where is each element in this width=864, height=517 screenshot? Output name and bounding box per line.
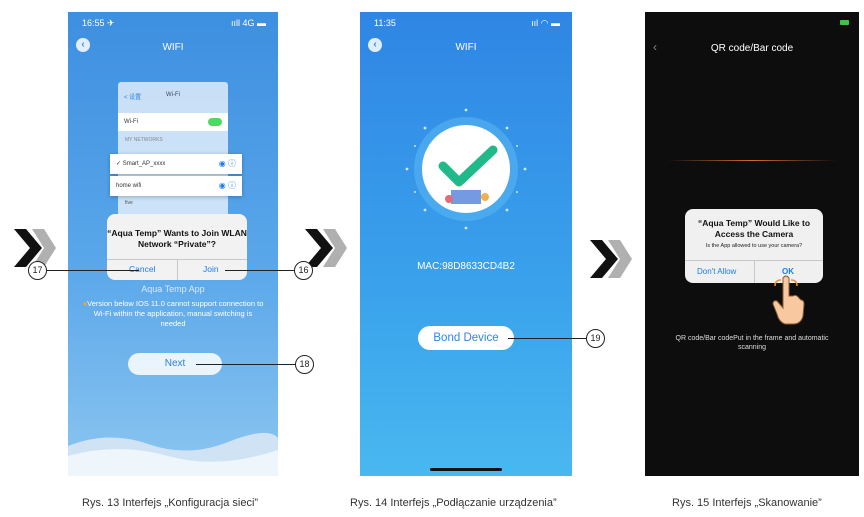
wifi-toggle-row: Wi-Fi [118,113,228,131]
network-row[interactable]: home wifi ◉ ⓘ [110,176,242,196]
wifi-config-screen: 16:55 ✈ ııll 4G ▬ ‹ WIFI < 设置 Wi-Fi Wi-F… [68,12,278,476]
wifi-toggle[interactable] [208,118,222,126]
callout-line [44,270,139,271]
callout-16: 16 [294,261,313,280]
status-signal: ııl ◠ ▬ [531,18,560,28]
dialog-divider [754,261,755,283]
camera-permission-dialog: “Aqua Temp” Would Like to Access the Cam… [685,209,823,283]
wave-decoration [68,432,278,476]
callout-17: 17 [28,261,47,280]
status-signal: ııll 4G ▬ [230,18,266,28]
figure-caption: Rys. 13 Interfejs „Konfiguracja sieci” [82,497,259,509]
note-text: Version below IOS 11.0 cannot support co… [87,299,264,328]
dialog-message: “Aqua Temp” Wants to Join WLAN Network “… [107,228,247,249]
dialog-title: “Aqua Temp” Would Like to Access the Cam… [697,218,811,239]
scan-hint: QR code/Bar codePut in the frame and aut… [675,335,829,351]
figure-caption: Rys. 14 Interfejs „Podłączanie urządzeni… [350,497,557,509]
nav-title: WIFI [455,42,477,53]
check-icon: ✓ [116,161,123,167]
home-indicator [430,468,502,471]
wifi-label: Wi-Fi [124,119,138,125]
nav-title: WIFI [162,42,184,53]
nav-title: QR code/Bar code [710,43,794,54]
callout-18: 18 [295,355,314,374]
join-button[interactable]: Join [203,264,219,274]
mac-address: MAC:98D8633CD4B2 [417,261,515,272]
my-networks-label: MY NETWORKS [125,137,163,143]
callout-line [196,364,296,365]
app-name-text: Aqua Temp App [141,284,205,294]
wifi-info-icon[interactable]: ◉ ⓘ [219,176,236,196]
mini-title: Wi-Fi [166,92,180,98]
wifi-info-icon[interactable]: ◉ ⓘ [219,154,236,174]
network-name: five [125,200,133,206]
double-chevron-right-icon [590,240,632,278]
status-time: 16:55 ✈ [82,18,115,28]
callout-19: 19 [586,329,605,348]
dialog-subtitle: Is the App allowed to use your camera? [705,243,803,249]
qr-scan-screen: ‹ QR code/Bar code “Aqua Temp” Would Lik… [645,12,859,476]
dialog-divider [177,260,178,280]
battery-icon [840,20,849,25]
status-bar: 11:35 ııl ◠ ▬ [370,18,562,30]
scan-line [667,160,837,161]
bond-device-screen: 11:35 ııl ◠ ▬ ‹ WIFI MAC:98D8633CD4B2 Bo… [360,12,572,476]
network-row[interactable]: ✓ Smart_AP_xxxx ◉ ⓘ [110,154,242,174]
success-check-illustration [405,108,527,230]
tap-hand-icon [772,275,805,325]
status-bar: 16:55 ✈ ııll 4G ▬ [78,18,268,30]
ios-version-note: ●Version below IOS 11.0 cannot support c… [82,299,264,329]
figure-caption: Rys. 15 Interfejs „Skanowanie” [672,497,822,509]
status-time: 11:35 [374,18,396,28]
callout-line [225,270,295,271]
wifi-settings-illustration: < 设置 Wi-Fi [118,82,228,222]
callout-line [508,338,586,339]
bond-device-button[interactable]: Bond Device [418,326,514,350]
cancel-button[interactable]: Cancel [129,264,155,274]
network-name: home wifi [116,183,142,189]
dont-allow-button[interactable]: Don't Allow [697,267,736,276]
network-name: Smart_AP_xxxx [122,161,166,167]
